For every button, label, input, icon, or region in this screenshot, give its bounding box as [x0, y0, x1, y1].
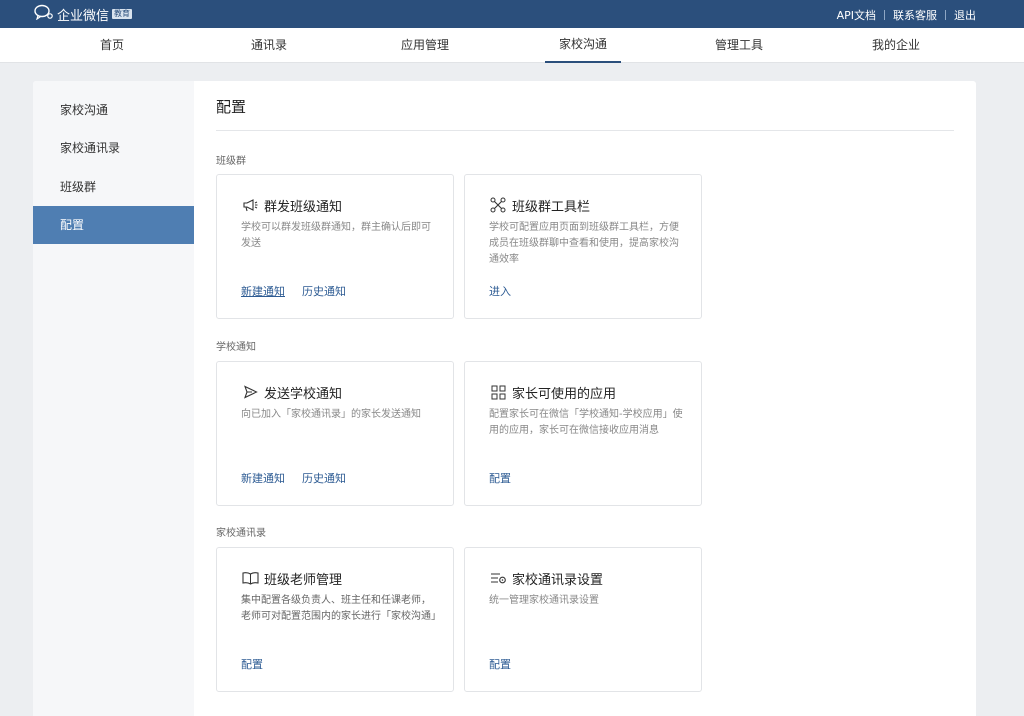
apps-grid-icon — [489, 383, 507, 401]
nav-admin-tools[interactable]: 管理工具 — [700, 28, 778, 63]
sidebar-item-home-school[interactable]: 家校沟通 — [33, 91, 194, 129]
section-title-class-groups: 班级群 — [216, 156, 246, 167]
top-links: API文档 联系客服 退出 — [837, 7, 976, 23]
card-school-notice: 发送学校通知 向已加入「家校通讯录」的家长发送通知 新建通知 历史通知 — [216, 361, 454, 506]
card-title: 班级群工具栏 — [512, 199, 591, 215]
card-description: 配置家长可在微信「学校通知-学校应用」使用的应用，家长可在微信接收应用消息 — [489, 409, 683, 436]
card-title: 家长可使用的应用 — [512, 386, 617, 402]
card-parent-apps: 家长可使用的应用 配置家长可在微信「学校通知-学校应用」使用的应用，家长可在微信… — [464, 361, 702, 506]
api-docs-link[interactable]: API文档 — [837, 7, 876, 23]
section-title-home-school-contacts: 家校通讯录 — [216, 528, 266, 539]
card-title: 家校通讯录设置 — [512, 572, 604, 588]
card-description: 统一管理家校通讯录设置 — [489, 595, 599, 606]
toolbar-icon — [489, 196, 507, 214]
sidebar-item-contacts[interactable]: 家校通讯录 — [33, 129, 194, 167]
card-contacts-settings: 家校通讯录设置 统一管理家校通讯录设置 配置 — [464, 547, 702, 692]
main-content: 配置 班级群 群发班级通知 学校可以群发班级群通知，群主确认后即可发送 新建通知… — [194, 81, 976, 716]
card-class-teachers: 班级老师管理 集中配置各级负责人、班主任和任课老师，老师可对配置范围内的家长进行… — [216, 547, 454, 692]
nav-my-company[interactable]: 我的企业 — [857, 28, 935, 63]
page-title: 配置 — [216, 98, 247, 116]
brand-name: 企业微信 — [57, 8, 110, 24]
card-description: 学校可配置应用页面到班级群工具栏，方便成员在班级群聊中查看和使用，提高家校沟通效… — [489, 222, 679, 265]
nav-home-school[interactable]: 家校沟通 — [545, 28, 621, 63]
card-group-notice: 群发班级通知 学校可以群发班级群通知，群主确认后即可发送 新建通知 历史通知 — [216, 174, 454, 319]
wecom-logo-icon — [34, 4, 57, 24]
new-notice-link[interactable]: 新建通知 — [241, 283, 285, 299]
megaphone-icon — [241, 196, 259, 214]
enter-link[interactable]: 进入 — [489, 283, 511, 299]
nav-app-management[interactable]: 应用管理 — [386, 28, 464, 63]
section-title-school-notice: 学校通知 — [216, 342, 256, 353]
card-group-toolbar: 班级群工具栏 学校可配置应用页面到班级群工具栏，方便成员在班级群聊中查看和使用，… — [464, 174, 702, 319]
send-icon — [241, 383, 259, 401]
nav-contacts[interactable]: 通讯录 — [230, 28, 308, 63]
card-title: 群发班级通知 — [264, 199, 343, 215]
divider — [945, 10, 946, 20]
sidebar-item-config[interactable]: 配置 — [33, 206, 194, 244]
edition-badge: 教育 — [112, 9, 133, 19]
brand-logo[interactable]: 企业微信 教育 — [34, 4, 133, 24]
card-description: 集中配置各级负责人、班主任和任课老师，老师可对配置范围内的家长进行「家校沟通」 — [241, 595, 441, 622]
content-panel: 家校沟通 家校通讯录 班级群 配置 配置 班级群 群发班级通知 学校可以群发班级… — [33, 81, 976, 716]
top-bar: 企业微信 教育 API文档 联系客服 退出 — [0, 0, 1024, 28]
title-divider — [216, 130, 954, 131]
card-title: 发送学校通知 — [264, 386, 343, 402]
nav-home[interactable]: 首页 — [73, 28, 151, 63]
card-description: 向已加入「家校通讯录」的家长发送通知 — [241, 409, 421, 420]
contact-support-link[interactable]: 联系客服 — [893, 7, 937, 23]
history-notice-link[interactable]: 历史通知 — [302, 283, 346, 299]
main-nav: 首页 通讯录 应用管理 家校沟通 管理工具 我的企业 — [0, 28, 1024, 63]
card-title: 班级老师管理 — [264, 572, 343, 588]
divider — [884, 10, 885, 20]
sidebar-item-class-groups[interactable]: 班级群 — [33, 168, 194, 206]
sidebar: 家校沟通 家校通讯录 班级群 配置 — [33, 81, 194, 716]
card-description: 学校可以群发班级群通知，群主确认后即可发送 — [241, 222, 431, 249]
configure-link[interactable]: 配置 — [489, 656, 511, 672]
history-notice-link[interactable]: 历史通知 — [302, 470, 346, 486]
new-notice-link[interactable]: 新建通知 — [241, 470, 285, 486]
configure-link[interactable]: 配置 — [489, 470, 511, 486]
configure-link[interactable]: 配置 — [241, 656, 263, 672]
book-icon — [241, 569, 259, 587]
logout-link[interactable]: 退出 — [954, 7, 976, 23]
list-settings-icon — [489, 569, 507, 587]
